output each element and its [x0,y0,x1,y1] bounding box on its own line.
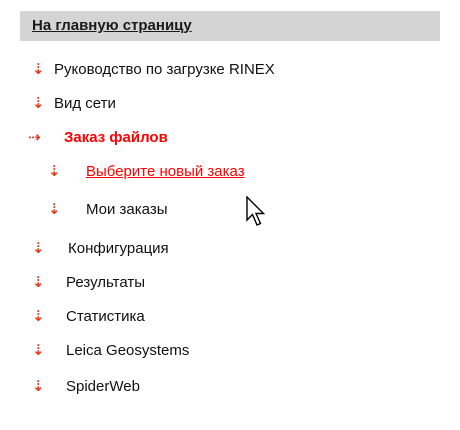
menu-item-configuration[interactable]: ⇣ Конфигурация [32,234,169,264]
menu-item-file-order[interactable]: ⇢ Заказ файлов [28,123,168,153]
menu-item-label: Leica Geosystems [66,342,190,359]
home-link-bar: На главную страницу [20,11,440,41]
menu-item-label: Вид сети [54,95,116,112]
menu-item-label: Руководство по загрузке RINEX [54,61,275,78]
down-arrow-icon: ⇣ [32,274,45,291]
down-arrow-icon: ⇣ [48,163,61,180]
menu-item-network-view[interactable]: ⇣ Вид сети [32,89,116,119]
down-arrow-icon: ⇣ [32,240,45,257]
submenu-item-new-order[interactable]: ⇣ Выберите новый заказ [48,157,245,187]
menu-item-label: SpiderWeb [66,378,140,395]
menu-item-label: Заказ файлов [64,129,168,146]
down-arrow-icon: ⇣ [32,342,45,359]
submenu-item-label: Выберите новый заказ [86,163,245,180]
menu-item-label: Конфигурация [68,240,169,257]
down-arrow-icon: ⇣ [32,61,45,78]
menu-item-spiderweb[interactable]: ⇣ SpiderWeb [32,372,140,402]
menu-item-rinex-guide[interactable]: ⇣ Руководство по загрузке RINEX [32,55,275,85]
menu-item-leica[interactable]: ⇣ Leica Geosystems [32,336,189,366]
down-arrow-icon: ⇣ [32,95,45,112]
down-arrow-icon: ⇣ [32,308,45,325]
down-arrow-icon: ⇣ [48,201,61,218]
down-arrow-icon: ⇣ [32,378,45,395]
menu-item-statistics[interactable]: ⇣ Статистика [32,302,145,332]
home-link[interactable]: На главную страницу [32,17,192,34]
mouse-cursor-icon [246,196,266,226]
navigation-menu: На главную страницу ⇣ Руководство по загр… [0,0,460,430]
menu-item-results[interactable]: ⇣ Результаты [32,268,145,298]
submenu-item-my-orders[interactable]: ⇣ Мои заказы [48,195,168,225]
right-arrow-icon: ⇢ [28,129,41,146]
submenu-item-label: Мои заказы [86,201,168,218]
menu-item-label: Результаты [66,274,145,291]
menu-item-label: Статистика [66,308,145,325]
